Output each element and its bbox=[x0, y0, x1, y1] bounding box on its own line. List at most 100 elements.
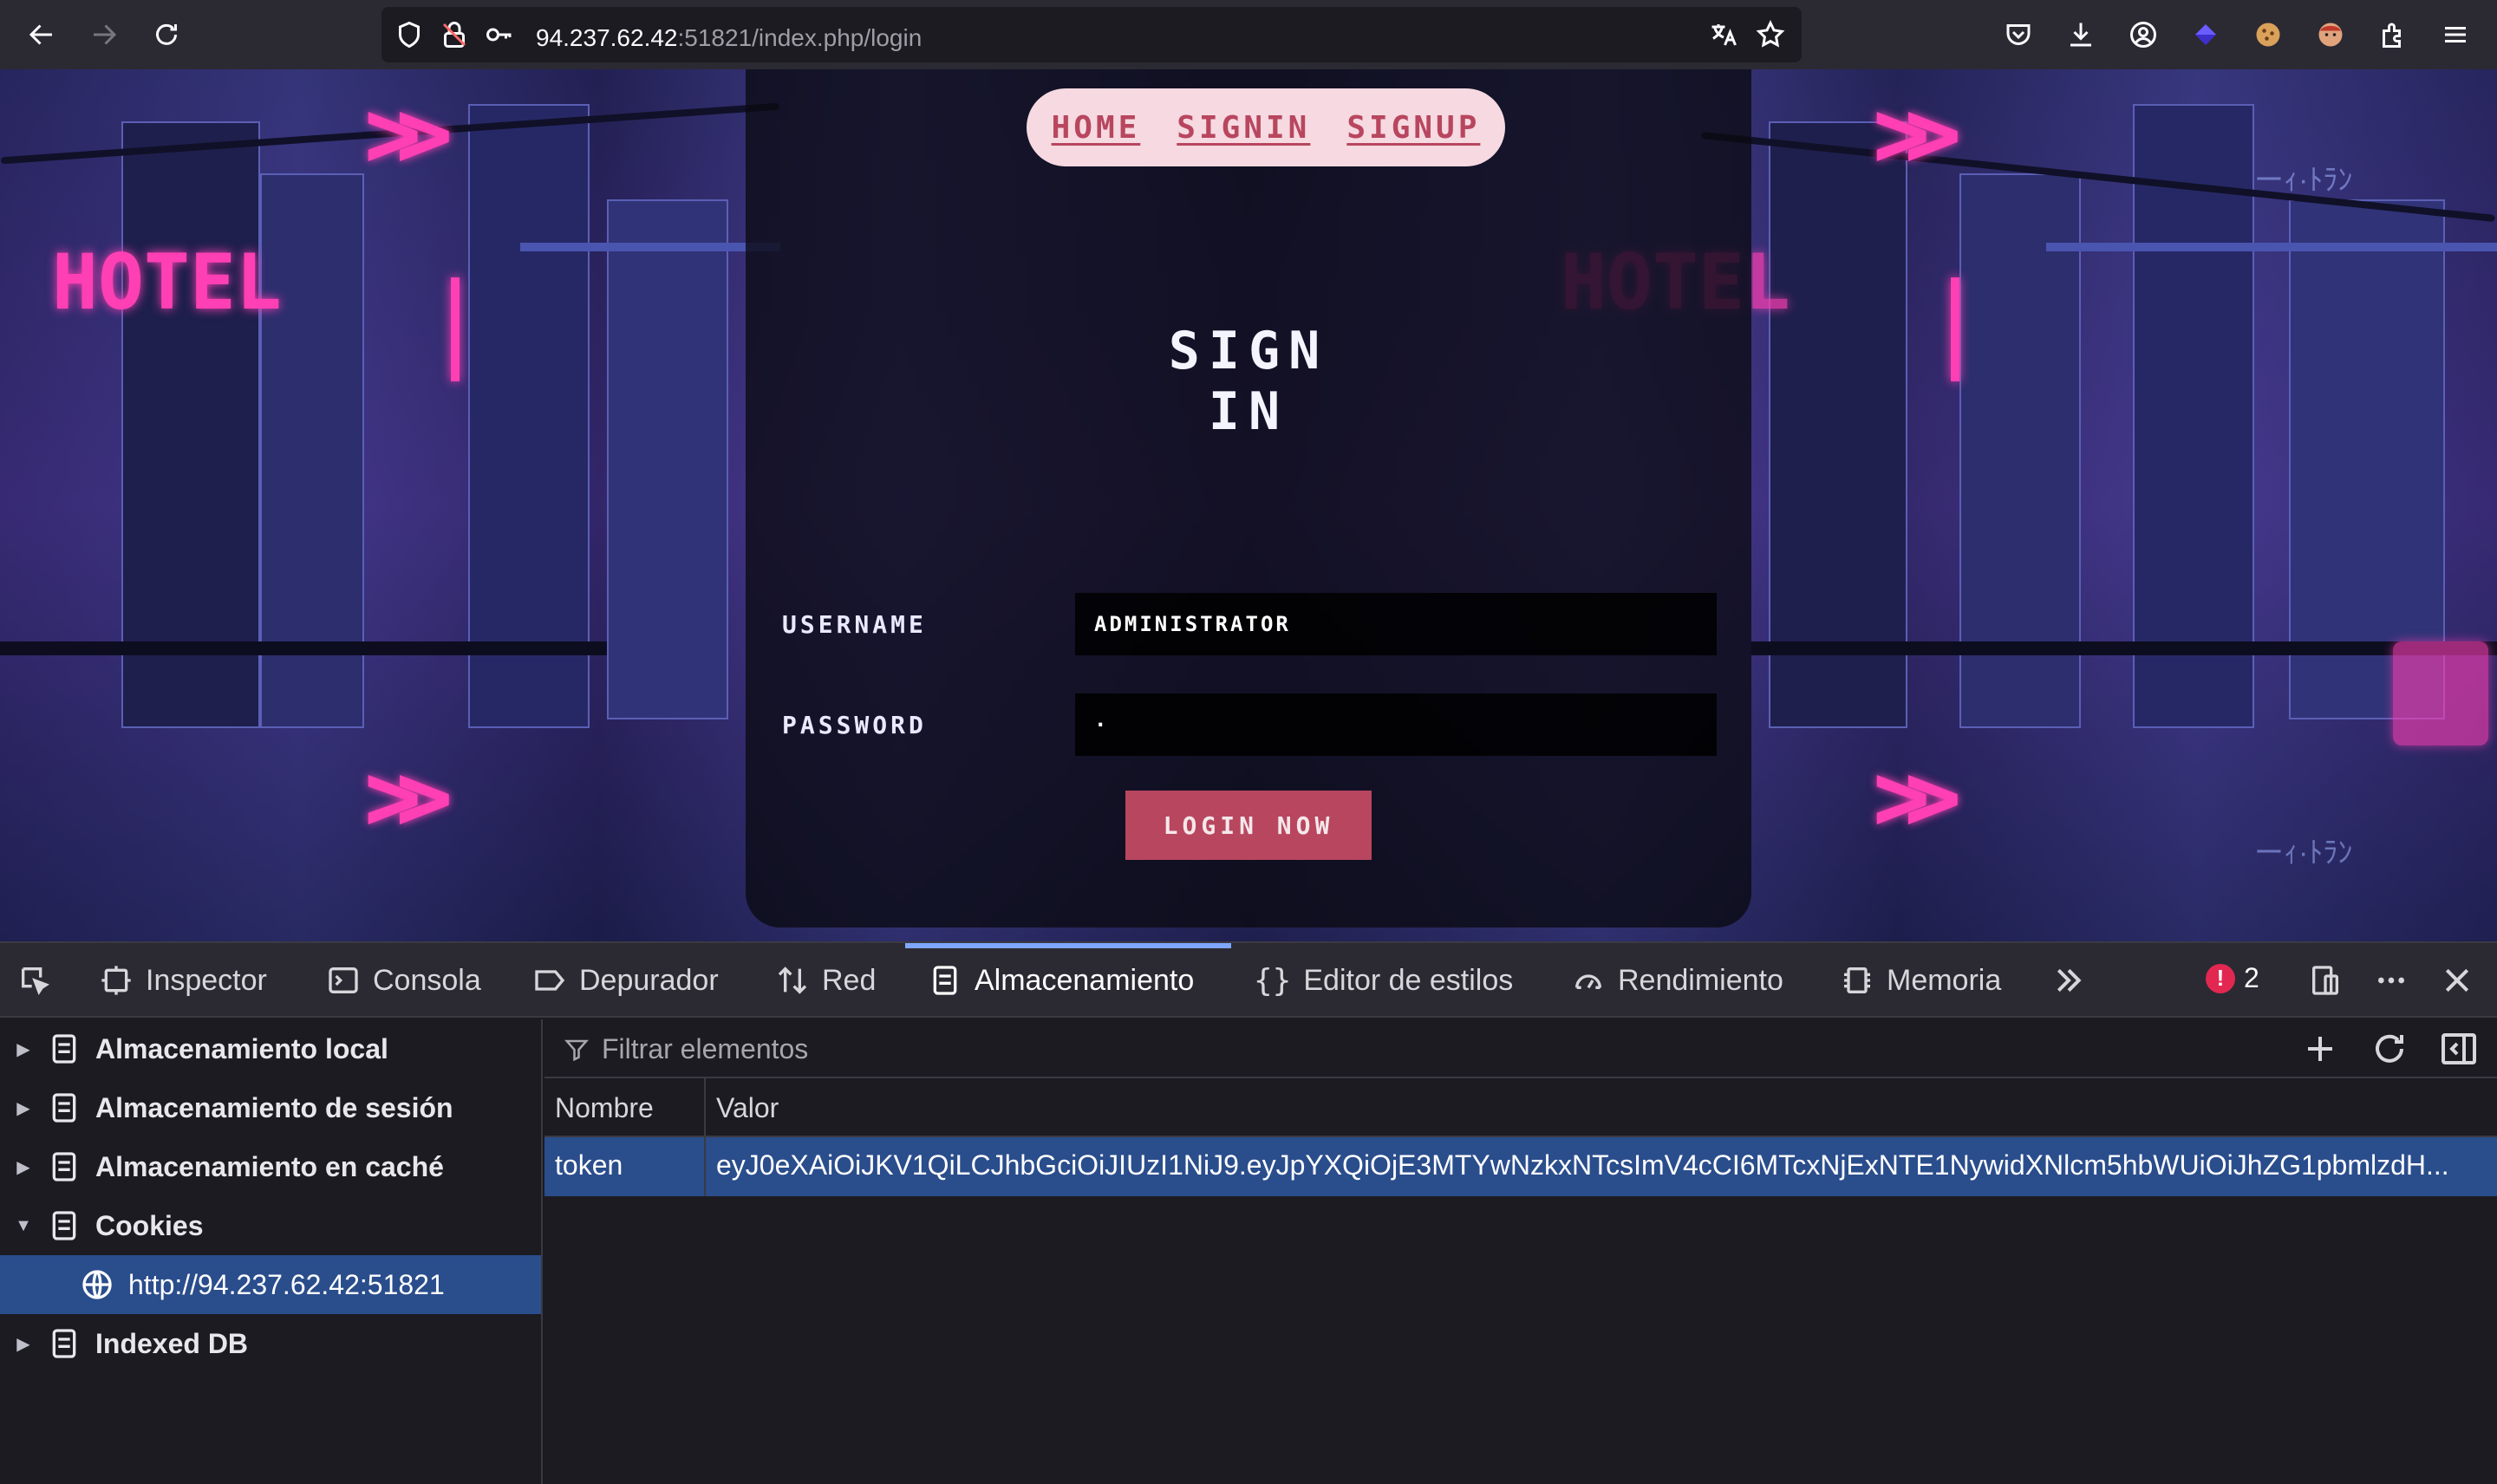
devtools-options-button[interactable] bbox=[2374, 943, 2409, 1018]
expand-arrow-icon[interactable]: ▶ bbox=[0, 1097, 47, 1119]
filter-icon bbox=[564, 1039, 590, 1062]
refresh-icon[interactable] bbox=[2369, 1028, 2410, 1070]
close-devtools-button[interactable] bbox=[2440, 943, 2474, 1018]
tree-label: Almacenamiento de sesión bbox=[95, 1091, 453, 1123]
tab-performance[interactable]: Rendimiento bbox=[1571, 943, 1783, 1018]
avatar-extension-icon[interactable] bbox=[2310, 14, 2351, 55]
console-icon bbox=[329, 967, 358, 993]
double-chevron-icon bbox=[2057, 968, 2082, 993]
pocket-icon[interactable] bbox=[1998, 14, 2039, 55]
column-divider bbox=[704, 1078, 706, 1196]
tree-local-storage[interactable]: ▶ Almacenamiento local bbox=[0, 1019, 541, 1078]
tab-label: Inspector bbox=[146, 963, 267, 997]
tab-storage[interactable]: Almacenamiento bbox=[928, 943, 1194, 1018]
translate-icon[interactable] bbox=[1708, 19, 1739, 50]
tree-cookies[interactable]: ▼ Cookies bbox=[0, 1196, 541, 1255]
error-counter[interactable]: ! 2 bbox=[2206, 962, 2259, 994]
column-header-value[interactable]: Valor bbox=[716, 1092, 779, 1124]
nav-signin-link[interactable]: SIGNIN bbox=[1177, 110, 1310, 146]
tree-label: Indexed DB bbox=[95, 1327, 249, 1359]
storage-icon bbox=[52, 1152, 76, 1181]
storage-icon bbox=[933, 966, 957, 995]
cookie-name-cell[interactable]: token bbox=[555, 1149, 694, 1181]
star-icon[interactable] bbox=[1755, 19, 1786, 50]
add-item-icon[interactable] bbox=[2299, 1028, 2341, 1070]
globe-icon bbox=[82, 1270, 112, 1299]
japanese-sign: ーｨ·ﾄﾗﾝ bbox=[2254, 164, 2353, 197]
table-row[interactable]: token eyJ0eXAiOiJKV1QiLCJhbGciOiJIUzI1Ni… bbox=[544, 1137, 2497, 1196]
column-header-name[interactable]: Nombre bbox=[555, 1092, 654, 1124]
download-icon[interactable] bbox=[2060, 14, 2102, 55]
responsive-design-button[interactable] bbox=[2308, 943, 2343, 1018]
tree-label: Almacenamiento local bbox=[95, 1032, 388, 1064]
tree-cache-storage[interactable]: ▶ Almacenamiento en caché bbox=[0, 1137, 541, 1196]
tab-inspector[interactable]: Inspector bbox=[99, 943, 267, 1018]
extensions-icon[interactable] bbox=[2372, 14, 2414, 55]
storage-table-area: Filtrar elementos Nombre Valor token eyJ… bbox=[544, 1019, 2497, 1484]
url-bar[interactable]: 94.237.62.42:51821/index.php/login bbox=[381, 7, 1802, 62]
page-title: SIGN IN bbox=[1168, 321, 1329, 442]
element-picker-button[interactable] bbox=[17, 943, 52, 1018]
network-arrows-icon bbox=[778, 967, 807, 994]
tree-cookie-host[interactable]: http://94.237.62.42:51821 bbox=[0, 1255, 541, 1314]
collapse-arrow-icon[interactable]: ▼ bbox=[0, 1216, 47, 1236]
tab-memory[interactable]: Memoria bbox=[1840, 943, 2001, 1018]
close-icon bbox=[2445, 968, 2469, 993]
picker-icon bbox=[22, 967, 49, 995]
tree-indexed-db[interactable]: ▶ Indexed DB bbox=[0, 1314, 541, 1373]
gauge-icon bbox=[1575, 974, 1601, 989]
error-count: 2 bbox=[2244, 962, 2259, 993]
key-icon[interactable] bbox=[484, 19, 515, 50]
more-dots-icon bbox=[2378, 977, 2404, 984]
cookie-extension-icon[interactable] bbox=[2247, 14, 2289, 55]
neon-chevrons-sign: >> bbox=[364, 741, 453, 852]
forward-arrow-icon[interactable] bbox=[83, 14, 125, 55]
username-field[interactable]: ADMINISTRATOR bbox=[1075, 593, 1717, 655]
back-arrow-icon[interactable] bbox=[21, 14, 62, 55]
hamburger-menu-icon[interactable] bbox=[2435, 14, 2476, 55]
reload-icon[interactable] bbox=[146, 14, 187, 55]
password-label: PASSWORD bbox=[782, 711, 927, 739]
shield-icon[interactable] bbox=[394, 19, 425, 50]
storage-tree: ▶ Almacenamiento local ▶ Almacenamiento … bbox=[0, 1019, 543, 1484]
neon-chevrons-sign: >> bbox=[1873, 78, 1962, 189]
storage-icon bbox=[52, 1093, 76, 1123]
inspector-icon bbox=[101, 966, 131, 995]
more-tabs-button[interactable] bbox=[2051, 943, 2086, 1018]
cookie-value-cell[interactable]: eyJ0eXAiOiJKV1QiLCJhbGciOiJIUzI1NiJ9.eyJ… bbox=[716, 1149, 2488, 1181]
login-button[interactable]: LOGIN NOW bbox=[1125, 791, 1372, 860]
url-text[interactable]: 94.237.62.42:51821/index.php/login bbox=[536, 24, 922, 52]
tree-label: Cookies bbox=[95, 1209, 204, 1241]
nav-home-link[interactable]: HOME bbox=[1052, 110, 1141, 146]
memory-chip-icon bbox=[1844, 967, 1870, 993]
expand-arrow-icon[interactable]: ▶ bbox=[0, 1156, 47, 1178]
neon-chevrons-sign: >> bbox=[1873, 741, 1962, 852]
debugger-icon bbox=[535, 970, 565, 991]
tree-session-storage[interactable]: ▶ Almacenamiento de sesión bbox=[0, 1078, 541, 1137]
expand-arrow-icon[interactable]: ▶ bbox=[0, 1333, 47, 1355]
page-viewport: >> >> >> >> HOTEL HOTEL ーｨ·ﾄﾗﾝ ーｨ·ﾄﾗﾝ HO… bbox=[0, 69, 2497, 941]
tab-label: Editor de estilos bbox=[1303, 963, 1514, 997]
braces-icon: {} bbox=[1254, 962, 1292, 999]
password-field[interactable]: · bbox=[1075, 693, 1717, 756]
filter-input[interactable]: Filtrar elementos bbox=[602, 1033, 808, 1065]
account-icon[interactable] bbox=[2122, 14, 2164, 55]
tab-label: Rendimiento bbox=[1618, 963, 1783, 997]
tree-label: Almacenamiento en caché bbox=[95, 1150, 444, 1182]
tab-label: Red bbox=[822, 963, 877, 997]
toggle-sidebar-icon[interactable] bbox=[2438, 1028, 2480, 1070]
expand-arrow-icon[interactable]: ▶ bbox=[0, 1038, 47, 1060]
devtools-panel: Inspector Consola Depurador Red Almacena… bbox=[0, 941, 2497, 1484]
tab-debugger[interactable]: Depurador bbox=[532, 943, 719, 1018]
nav-signup-link[interactable]: SIGNUP bbox=[1346, 110, 1480, 146]
username-label: USERNAME bbox=[782, 610, 927, 639]
storage-icon bbox=[52, 1329, 76, 1358]
extension-diamond-icon[interactable] bbox=[2185, 14, 2226, 55]
error-icon: ! bbox=[2206, 963, 2235, 993]
tab-style-editor[interactable]: {} Editor de estilos bbox=[1254, 943, 1513, 1018]
tab-network[interactable]: Red bbox=[775, 943, 876, 1018]
insecure-lock-icon[interactable] bbox=[439, 19, 470, 50]
tab-label: Almacenamiento bbox=[975, 963, 1195, 997]
devtools-tab-bar: Inspector Consola Depurador Red Almacena… bbox=[0, 943, 2497, 1018]
tab-console[interactable]: Consola bbox=[326, 943, 481, 1018]
